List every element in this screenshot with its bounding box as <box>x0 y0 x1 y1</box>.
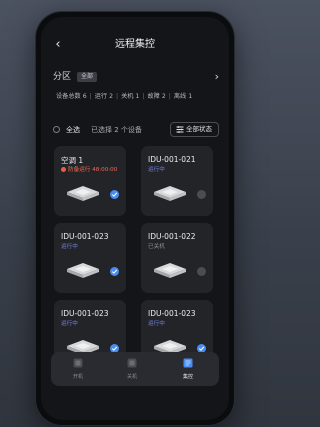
phone-frame: ‹ 远程集控 分区 全部 › 设备总数 6 | 运行 2 | 关机 1 | 故障… <box>36 12 234 425</box>
device-stats: 设备总数 6 | 运行 2 | 关机 1 | 故障 2 | 离线 1 <box>56 92 221 102</box>
app-screen: ‹ 远程集控 分区 全部 › 设备总数 6 | 运行 2 | 关机 1 | 故障… <box>41 17 229 420</box>
stat-off: 关机 1 <box>121 93 140 100</box>
stat-offline: 离线 1 <box>173 93 193 100</box>
device-name: IDU-001-023 <box>61 309 109 318</box>
tab-label: 开机 <box>72 374 83 380</box>
stat-fault: 故障 2 <box>147 93 166 100</box>
zone-tag[interactable]: 全部 <box>77 72 98 82</box>
stat-divider: | <box>116 93 119 100</box>
select-all-radio[interactable] <box>53 126 60 133</box>
device-status: 运行中 <box>61 321 78 327</box>
device-name: IDU-001-022 <box>148 232 196 241</box>
device-name: IDU-001-023 <box>61 232 109 241</box>
chevron-right-icon[interactable]: › <box>215 70 219 84</box>
device-card[interactable]: IDU-001-021 运行中 <box>141 146 213 216</box>
fault-dot <box>61 166 66 172</box>
power-on-icon <box>73 358 83 368</box>
zone-selector[interactable]: 分区 全部 › <box>53 70 219 84</box>
ac-unit-icon <box>67 263 99 278</box>
device-status: 运行中 <box>148 321 165 327</box>
device-status: 已关机 <box>148 244 165 250</box>
stat-running: 运行 2 <box>94 93 114 100</box>
checked-icon[interactable] <box>110 190 119 199</box>
checked-icon[interactable] <box>110 267 119 276</box>
bottom-tab-bar: 开机 关机 集控 <box>51 352 219 386</box>
top-bar: ‹ 远程集控 <box>41 37 229 53</box>
selection-bar: 全选 已选择 2 个设备 全部状态 <box>53 122 219 137</box>
ac-unit-icon <box>67 186 99 201</box>
tab-label: 关机 <box>126 374 137 380</box>
page-title: 远程集控 <box>115 39 155 50</box>
stat-total: 设备总数 6 <box>56 93 87 100</box>
select-all-label[interactable]: 全选 <box>66 123 80 137</box>
group-control-icon <box>183 358 193 368</box>
tab-label: 集控 <box>182 374 193 380</box>
device-status-text: 防备运行 48:00:00 <box>68 167 118 173</box>
device-name: IDU-001-023 <box>148 309 196 318</box>
selected-count: 已选择 2 个设备 <box>91 126 142 134</box>
ac-unit-icon <box>154 186 186 201</box>
device-card[interactable]: IDU-001-022 已关机 <box>141 223 213 293</box>
device-status: 运行中 <box>148 167 165 173</box>
tab-power-off[interactable]: 关机 <box>105 352 159 386</box>
unchecked-icon[interactable] <box>197 190 206 199</box>
ac-unit-icon <box>154 263 186 278</box>
device-card[interactable]: IDU-001-023 运行中 <box>54 223 126 293</box>
device-card[interactable]: 空调 1 防备运行 48:00:00 <box>54 146 126 216</box>
status-filter-button[interactable]: 全部状态 <box>170 122 219 137</box>
filter-icon <box>176 126 184 133</box>
power-off-icon <box>127 358 137 368</box>
device-status: 防备运行 48:00:00 <box>61 165 117 173</box>
tab-power-on[interactable]: 开机 <box>51 352 105 386</box>
stat-divider: | <box>142 93 145 100</box>
zone-label: 分区 <box>53 72 72 82</box>
device-status: 运行中 <box>61 244 78 250</box>
unchecked-icon[interactable] <box>197 267 206 276</box>
status-filter-label: 全部状态 <box>186 125 212 133</box>
device-name: IDU-001-021 <box>148 155 196 164</box>
tab-group-control[interactable]: 集控 <box>161 352 215 386</box>
stat-divider: | <box>89 93 92 100</box>
stat-divider: | <box>168 93 171 100</box>
